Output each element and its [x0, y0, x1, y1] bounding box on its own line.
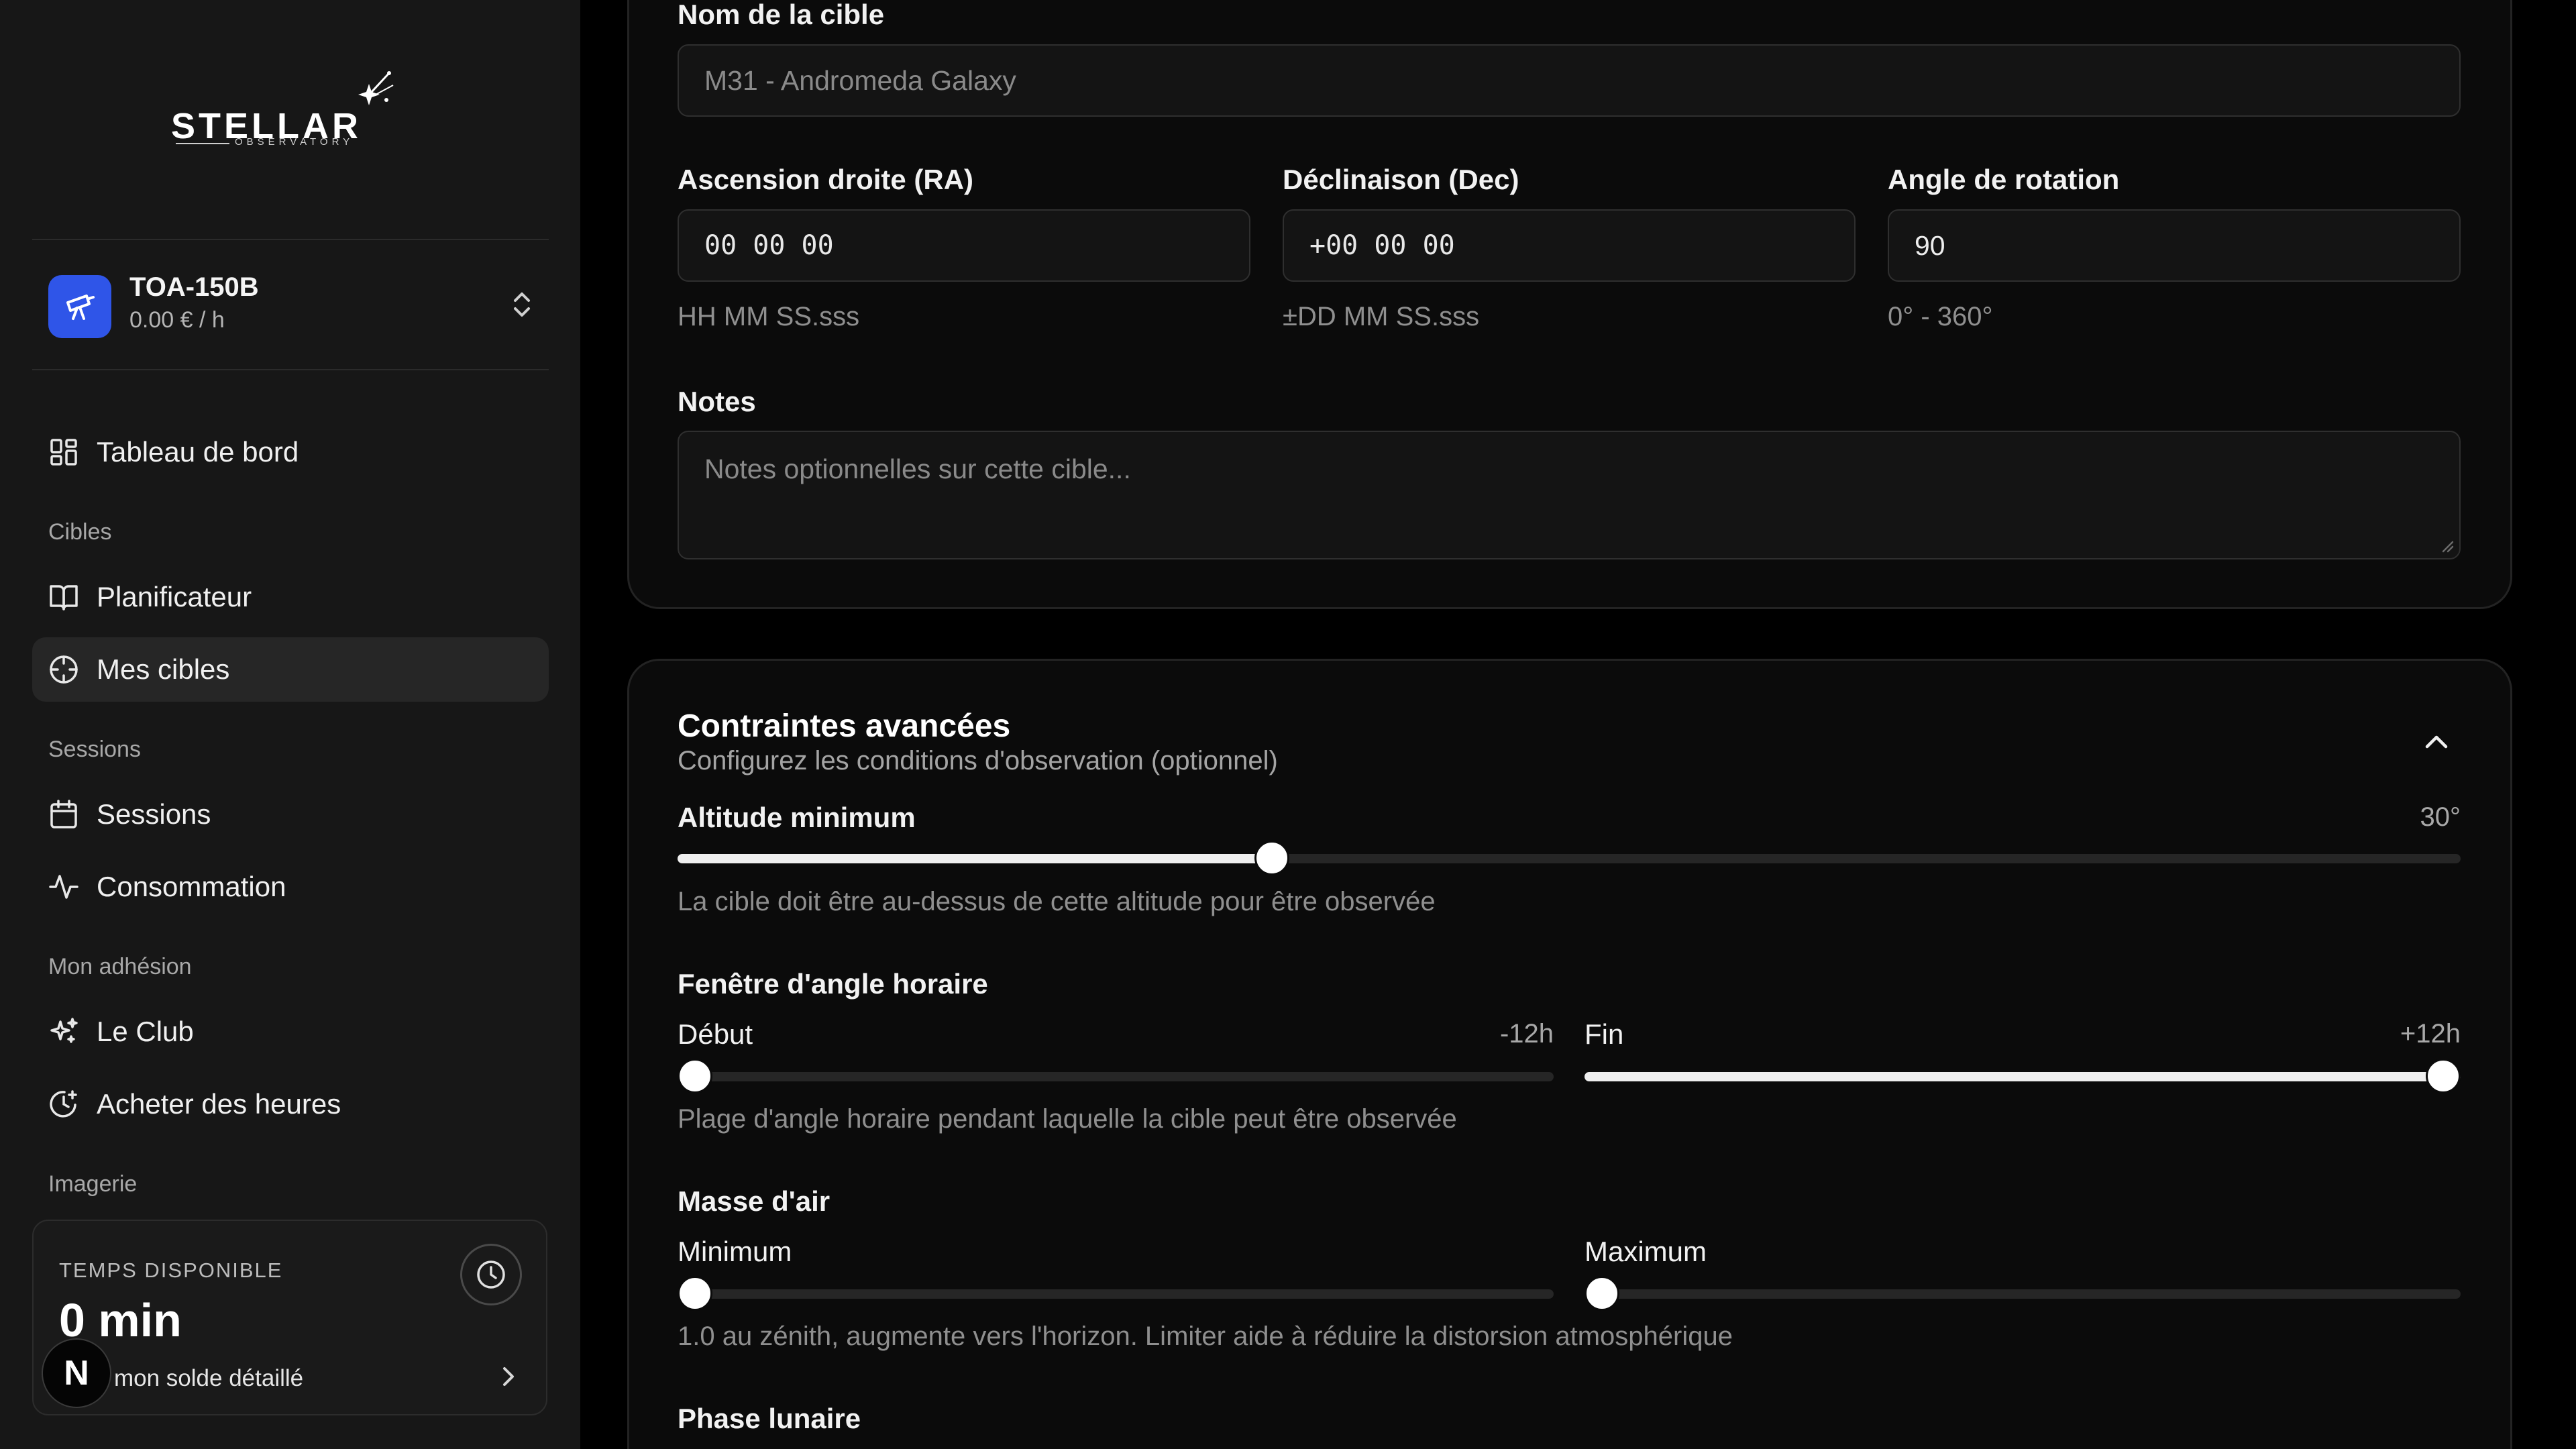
ra-hint: HH MM SS.sss	[678, 302, 860, 331]
advanced-constraints-title: Contraintes avancées	[678, 708, 1011, 744]
nav-label: Le Club	[97, 1016, 194, 1047]
available-time-card: TEMPS DISPONIBLE 0 min mon solde détaill…	[32, 1220, 547, 1415]
sidebar: STELLAR OBSERVATORY TOA-150B 0.00 € / h	[0, 0, 580, 1449]
telescope-selector[interactable]: TOA-150B 0.00 € / h	[32, 255, 549, 356]
section-label-imaging: Imagerie	[48, 1171, 138, 1197]
dec-input[interactable]: +00 00 00	[1283, 209, 1856, 282]
hour-angle-end-thumb[interactable]	[2426, 1059, 2461, 1093]
airmass-hint: 1.0 au zénith, augmente vers l'horizon. …	[678, 1322, 1733, 1351]
divider	[32, 369, 549, 370]
nav-label: Mes cibles	[97, 653, 230, 685]
nav-my-targets[interactable]: Mes cibles	[32, 637, 549, 702]
hour-angle-end-slider[interactable]	[1585, 1059, 2461, 1093]
star-sparkle-icon	[358, 71, 394, 105]
altitude-hint: La cible doit être au-dessus de cette al…	[678, 887, 1436, 916]
target-name-label: Nom de la cible	[678, 0, 885, 30]
airmass-max-slider[interactable]	[1585, 1276, 2461, 1311]
sparkles-icon	[47, 1015, 80, 1049]
logo-subtitle: OBSERVATORY	[235, 136, 354, 148]
ra-label: Ascension droite (RA)	[678, 164, 974, 195]
clock-icon	[460, 1244, 522, 1305]
altitude-label: Altitude minimum	[678, 802, 916, 833]
nav-planner[interactable]: Planificateur	[32, 565, 549, 629]
nav-label: Sessions	[97, 798, 211, 830]
section-label-membership: Mon adhésion	[48, 954, 192, 979]
airmass-max-label: Maximum	[1585, 1236, 1707, 1267]
nav-sessions[interactable]: Sessions	[32, 782, 549, 847]
nav-label: Tableau de bord	[97, 436, 299, 468]
nav-club[interactable]: Le Club	[32, 1000, 549, 1064]
section-label-targets: Cibles	[48, 519, 112, 545]
user-avatar[interactable]: N	[42, 1338, 111, 1408]
activity-pulse-icon	[47, 870, 80, 904]
hour-angle-start-value: -12h	[1499, 1019, 1554, 1049]
book-open-icon	[47, 580, 80, 614]
hour-angle-start-label: Début	[678, 1018, 753, 1050]
nav-label: Planificateur	[97, 581, 252, 612]
hour-angle-start-thumb[interactable]	[678, 1059, 712, 1093]
airmass-min-thumb[interactable]	[678, 1276, 712, 1311]
hour-angle-start-slider[interactable]	[678, 1059, 1554, 1093]
nav-label: Consommation	[97, 871, 286, 902]
nav-consumption[interactable]: Consommation	[32, 855, 549, 919]
telescope-price: 0.00 € / h	[129, 307, 225, 333]
resize-handle-icon[interactable]	[2439, 538, 2454, 553]
hour-angle-hint: Plage d'angle horaire pendant laquelle l…	[678, 1104, 1457, 1134]
crosshair-icon	[47, 653, 80, 686]
altitude-value: 30°	[2420, 802, 2461, 832]
available-time-label: TEMPS DISPONIBLE	[59, 1258, 283, 1282]
airmass-min-slider[interactable]	[678, 1276, 1554, 1311]
rotation-hint: 0° - 360°	[1888, 302, 1993, 331]
hour-angle-end-value: +12h	[2400, 1019, 2461, 1049]
airmass-label: Masse d'air	[678, 1185, 830, 1217]
chevron-up-icon[interactable]	[2422, 728, 2451, 757]
ra-input[interactable]: 00 00 00	[678, 209, 1250, 282]
airmass-min-label: Minimum	[678, 1236, 792, 1267]
airmass-max-thumb[interactable]	[1585, 1276, 1619, 1311]
nav-label: Acheter des heures	[97, 1088, 341, 1120]
telescope-name: TOA-150B	[129, 272, 259, 302]
calendar-icon	[47, 798, 80, 831]
rotation-input[interactable]: 90	[1888, 209, 2461, 282]
hour-angle-end-fill	[1585, 1072, 2461, 1081]
section-label-sessions: Sessions	[48, 737, 141, 762]
altitude-slider[interactable]	[678, 841, 2461, 875]
dec-hint: ±DD MM SS.sss	[1283, 302, 1480, 331]
notes-label: Notes	[678, 386, 756, 417]
chevrons-up-down-icon[interactable]	[508, 288, 535, 321]
altitude-slider-fill	[678, 854, 1272, 863]
stellar-logo[interactable]: STELLAR OBSERVATORY	[168, 70, 416, 158]
notes-textarea[interactable]: Notes optionnelles sur cette cible...	[678, 431, 2461, 559]
target-name-input[interactable]: M31 - Andromeda Galaxy	[678, 44, 2461, 117]
nav-dashboard[interactable]: Tableau de bord	[32, 420, 549, 484]
clock-plus-icon	[47, 1087, 80, 1121]
hour-angle-end-label: Fin	[1585, 1018, 1624, 1050]
rotation-label: Angle de rotation	[1888, 164, 2120, 195]
advanced-constraints-subtitle: Configurez les conditions d'observation …	[678, 746, 1278, 775]
divider	[32, 239, 549, 240]
telescope-icon	[48, 275, 111, 338]
detailed-balance-link[interactable]: mon solde détaillé	[114, 1365, 303, 1392]
logo-underline	[176, 143, 229, 144]
moon-phase-label: Phase lunaire	[678, 1403, 861, 1434]
notes-placeholder: Notes optionnelles sur cette cible...	[704, 453, 1131, 484]
chevron-right-icon[interactable]	[499, 1363, 518, 1390]
nav-buy-hours[interactable]: Acheter des heures	[32, 1072, 549, 1136]
altitude-slider-thumb[interactable]	[1254, 841, 1289, 875]
hour-angle-label: Fenêtre d'angle horaire	[678, 968, 988, 1000]
dec-label: Déclinaison (Dec)	[1283, 164, 1519, 195]
dashboard-grid-icon	[47, 435, 80, 469]
